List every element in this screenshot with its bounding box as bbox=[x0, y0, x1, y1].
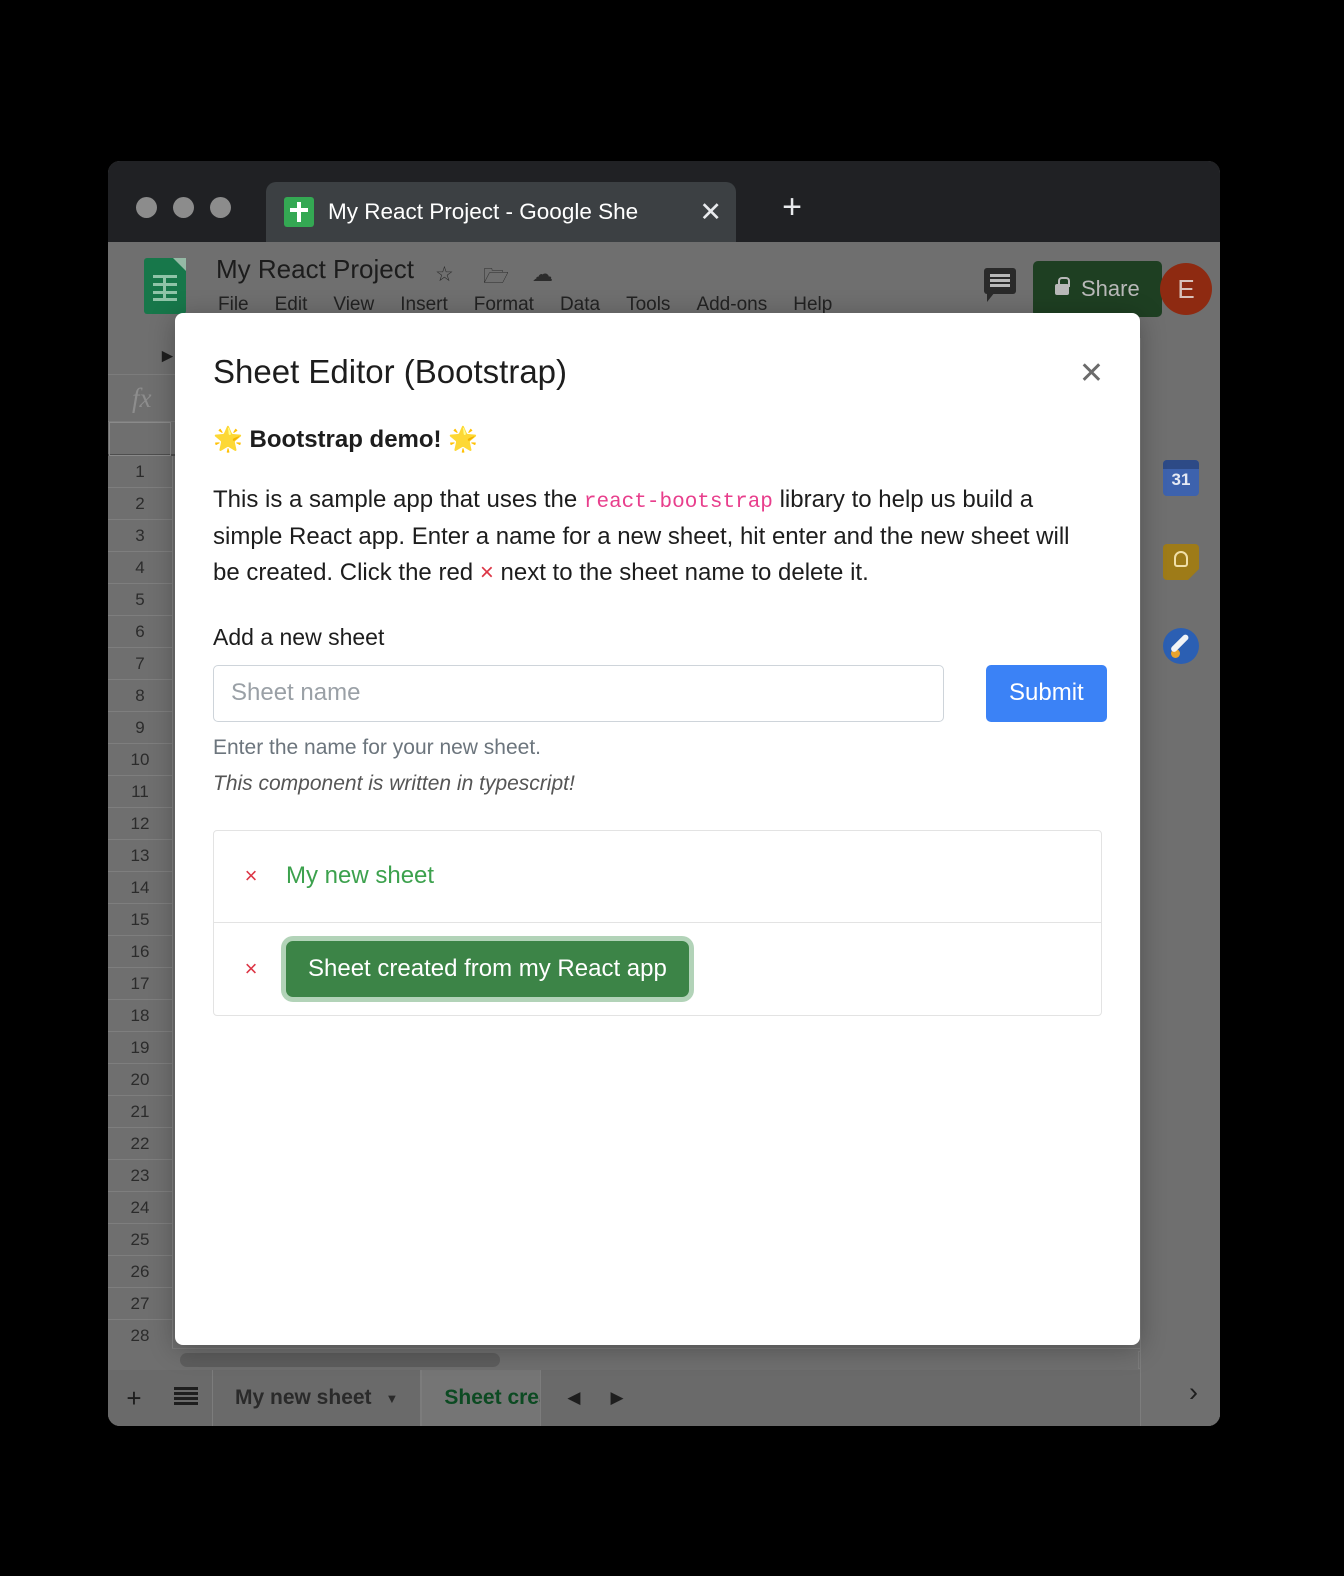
all-sheets-icon[interactable] bbox=[160, 1386, 212, 1410]
sheet-tab-bar: + My new sheet ▼ Sheet creat ◀ ▶ ✦ bbox=[108, 1370, 1220, 1426]
row-header[interactable]: 19 bbox=[108, 1032, 172, 1064]
minimize-window-button[interactable] bbox=[173, 197, 194, 218]
modal-title: Sheet Editor (Bootstrap) bbox=[213, 353, 568, 390]
sheet-nav-arrows: ◀ ▶ bbox=[541, 1388, 623, 1408]
row-header[interactable]: 27 bbox=[108, 1288, 172, 1320]
document-title[interactable]: My React Project bbox=[216, 254, 414, 285]
typescript-note: This component is written in typescript! bbox=[213, 771, 575, 795]
sheet-tab-label: Sheet creat bbox=[444, 1386, 540, 1409]
row-header[interactable]: 23 bbox=[108, 1160, 172, 1192]
new-tab-button[interactable]: + bbox=[770, 185, 814, 229]
scrollbar-thumb[interactable] bbox=[180, 1353, 500, 1367]
row-header[interactable]: 12 bbox=[108, 808, 172, 840]
input-help-text: Enter the name for your new sheet. bbox=[213, 735, 542, 759]
grid-divider bbox=[172, 456, 173, 1348]
add-sheet-form-label: Add a new sheet bbox=[213, 623, 385, 650]
row-header[interactable]: 3 bbox=[108, 520, 172, 552]
row-header[interactable]: 11 bbox=[108, 776, 172, 808]
row-header[interactable]: 22 bbox=[108, 1128, 172, 1160]
row-header[interactable]: 17 bbox=[108, 968, 172, 1000]
sheet-tab-label: My new sheet bbox=[235, 1386, 372, 1409]
add-sheet-form-row: Submit bbox=[213, 664, 1107, 722]
row-header[interactable]: 26 bbox=[108, 1256, 172, 1288]
row-header[interactable]: 24 bbox=[108, 1192, 172, 1224]
browser-tab[interactable]: My React Project - Google She ✕ bbox=[266, 182, 736, 242]
collapse-menus-icon[interactable]: ◄ bbox=[158, 346, 177, 368]
row-header[interactable]: 14 bbox=[108, 872, 172, 904]
row-header[interactable]: 20 bbox=[108, 1064, 172, 1096]
browser-tabstrip: My React Project - Google She ✕ + bbox=[108, 161, 1220, 242]
move-to-folder-icon[interactable]: 🗁 bbox=[483, 262, 509, 297]
paragraph-part-1: This is a sample app that uses the bbox=[213, 486, 584, 513]
description-paragraph: This is a sample app that uses the react… bbox=[213, 482, 1102, 592]
calendar-icon[interactable]: 31 bbox=[1163, 460, 1199, 496]
row-header[interactable]: 10 bbox=[108, 744, 172, 776]
sheet-nav-prev-icon[interactable]: ◀ bbox=[567, 1388, 580, 1408]
sheets-logo-icon bbox=[144, 258, 186, 314]
avatar[interactable]: E bbox=[1160, 263, 1212, 315]
side-panel-rail: 31 › bbox=[1140, 338, 1220, 1426]
sheets-favicon-icon bbox=[284, 197, 314, 227]
row-header[interactable]: 21 bbox=[108, 1096, 172, 1128]
close-window-button[interactable] bbox=[136, 197, 157, 218]
modal-body: 🌟 Bootstrap demo! 🌟 This is a sample app… bbox=[175, 409, 1140, 1016]
row-header[interactable]: 1 bbox=[108, 456, 172, 488]
keep-icon[interactable] bbox=[1163, 544, 1199, 580]
comment-icon[interactable] bbox=[984, 268, 1016, 302]
sheet-name-input[interactable] bbox=[213, 664, 944, 722]
row-header[interactable]: 16 bbox=[108, 936, 172, 968]
list-item: × My new sheet bbox=[214, 831, 1101, 923]
row-header[interactable]: 7 bbox=[108, 648, 172, 680]
row-header[interactable]: 28 bbox=[108, 1320, 172, 1348]
row-header[interactable]: 4 bbox=[108, 552, 172, 584]
browser-tab-title: My React Project - Google She bbox=[328, 199, 639, 224]
row-header[interactable]: 2 bbox=[108, 488, 172, 520]
sheet-tab-my-new-sheet[interactable]: My new sheet ▼ bbox=[212, 1370, 422, 1426]
lead-text: 🌟 Bootstrap demo! 🌟 bbox=[213, 426, 479, 453]
inline-delete-x-icon: × bbox=[479, 559, 494, 587]
fx-icon: fx bbox=[132, 383, 152, 413]
modal-header: Sheet Editor (Bootstrap) ✕ bbox=[175, 313, 1140, 409]
delete-sheet-icon[interactable]: × bbox=[242, 956, 260, 982]
row-header[interactable]: 18 bbox=[108, 1000, 172, 1032]
horizontal-scrollbar[interactable]: ◄ ► bbox=[172, 1348, 1220, 1370]
cloud-saved-icon[interactable]: ☁ bbox=[532, 262, 553, 287]
sheet-link[interactable]: My new sheet bbox=[286, 862, 434, 890]
list-item: × Sheet created from my React app bbox=[214, 923, 1101, 1015]
chevron-down-icon[interactable]: ▼ bbox=[386, 1391, 399, 1406]
paragraph-part-3: next to the sheet name to delete it. bbox=[493, 559, 869, 587]
row-header[interactable]: 6 bbox=[108, 616, 172, 648]
submit-button[interactable]: Submit bbox=[986, 664, 1107, 722]
row-header[interactable]: 5 bbox=[108, 584, 172, 616]
name-box[interactable] bbox=[109, 422, 171, 456]
row-header[interactable]: 13 bbox=[108, 840, 172, 872]
window-traffic-lights bbox=[136, 197, 231, 218]
share-button[interactable]: Share bbox=[1033, 261, 1162, 317]
sheet-tab-sheet-created[interactable]: Sheet creat bbox=[421, 1370, 542, 1426]
row-header[interactable]: 25 bbox=[108, 1224, 172, 1256]
row-header[interactable]: 15 bbox=[108, 904, 172, 936]
add-sheet-button[interactable]: + bbox=[108, 1383, 160, 1414]
row-header[interactable]: 8 bbox=[108, 680, 172, 712]
sheet-nav-next-icon[interactable]: ▶ bbox=[611, 1388, 624, 1408]
sheet-link-focused[interactable]: Sheet created from my React app bbox=[286, 940, 689, 997]
sheet-editor-modal: Sheet Editor (Bootstrap) ✕ 🌟 Bootstrap d… bbox=[175, 313, 1140, 1345]
close-icon[interactable]: ✕ bbox=[693, 198, 722, 226]
row-header[interactable]: 9 bbox=[108, 712, 172, 744]
sheet-list: × My new sheet × Sheet created from my R… bbox=[213, 829, 1102, 1016]
code-react-bootstrap: react-bootstrap bbox=[583, 491, 773, 514]
close-icon[interactable]: ✕ bbox=[1079, 359, 1104, 389]
expand-side-panel-icon[interactable]: › bbox=[1189, 1377, 1198, 1408]
delete-sheet-icon[interactable]: × bbox=[242, 863, 260, 889]
row-headers: 1 2 3 4 5 6 7 8 9 10 11 12 13 14 15 16 17 18 19 20 21 22 23 24 2… bbox=[108, 456, 172, 1348]
screenshot-root: My React Project - Google She ✕ + My Rea… bbox=[0, 0, 1344, 1576]
share-button-label: Share bbox=[1081, 276, 1140, 301]
tasks-icon[interactable] bbox=[1163, 628, 1199, 664]
star-icon[interactable]: ☆ bbox=[435, 262, 454, 287]
maximize-window-button[interactable] bbox=[210, 197, 231, 218]
lock-icon bbox=[1055, 276, 1070, 295]
